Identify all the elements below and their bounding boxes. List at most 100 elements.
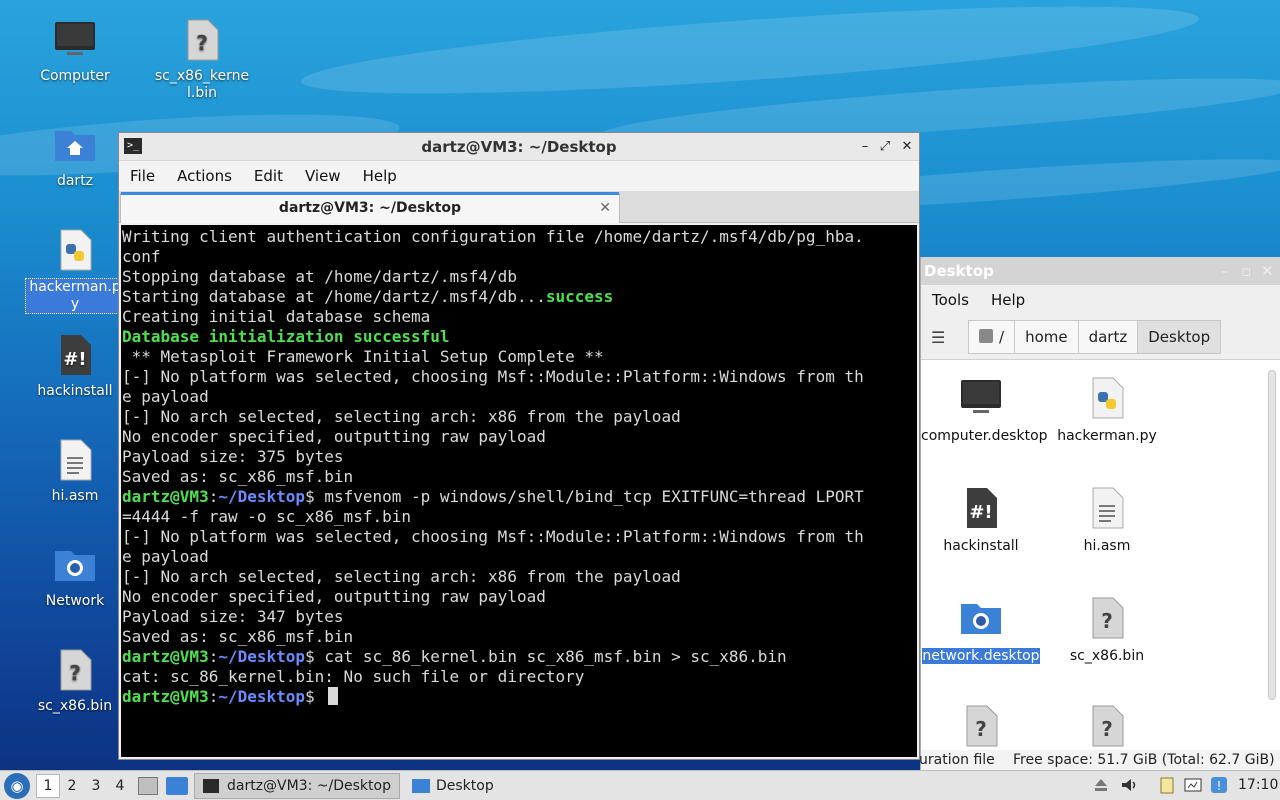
- terminal-output[interactable]: Writing client authentication configurat…: [121, 225, 917, 757]
- app-menu-icon[interactable]: ◉: [4, 772, 30, 799]
- file-manager-window[interactable]: Desktop – ▫ ✕ Tools Help ☰ / home dartz …: [919, 257, 1280, 770]
- desktop-icon-hackinstall[interactable]: #! hackinstall: [25, 331, 125, 400]
- file-item-hackinstall[interactable]: #! hackinstall: [921, 484, 1041, 555]
- terminal-tab[interactable]: dartz@VM3: ~/Desktop ✕: [120, 192, 620, 223]
- update-notifier-icon[interactable]: !: [1208, 774, 1230, 796]
- terminal-line: [-] No platform was selected, choosing M…: [122, 527, 864, 546]
- path-desktop[interactable]: Desktop: [1137, 320, 1222, 354]
- terminal-titlebar[interactable]: >_ dartz@VM3: ~/Desktop – ⤢ ✕: [119, 133, 919, 161]
- status-bar: uration file Free space: 51.7 GiB (Total…: [919, 750, 1280, 770]
- text-file-icon: [60, 439, 92, 481]
- terminal-line: cat: sc_86_kernel.bin: No such file or d…: [122, 667, 585, 686]
- status-free-space: Free space: 51.7 GiB (Total: 62.7 GiB): [1013, 752, 1275, 768]
- tab-label: dartz@VM3: ~/Desktop: [278, 200, 462, 216]
- workspace-1[interactable]: 1: [36, 773, 60, 798]
- workspace-4[interactable]: 4: [108, 775, 132, 797]
- desktop-icon-sc-x86[interactable]: ? sc_x86.bin: [25, 646, 125, 715]
- unknown-file-icon: ?: [966, 705, 998, 747]
- svg-text:?: ?: [1101, 717, 1113, 741]
- unknown-file-icon: ?: [1092, 597, 1124, 639]
- terminal-line: No encoder specified, outputting raw pay…: [122, 427, 546, 446]
- terminal-line: ** Metasploit Framework Initial Setup Co…: [122, 347, 604, 366]
- terminal-line: Database initialization successful: [122, 327, 450, 346]
- file-item-network-desktop[interactable]: network.desktop: [921, 594, 1041, 665]
- desktop-icon-network[interactable]: Network: [25, 541, 125, 610]
- desktop-icon-dartz[interactable]: dartz: [25, 121, 125, 190]
- desktop-icon-computer[interactable]: Computer: [25, 16, 125, 85]
- clock[interactable]: 17:10: [1238, 777, 1278, 793]
- terminal-line: dartz@VM3:~/Desktop$ cat sc_86_kernel.bi…: [122, 647, 787, 666]
- network-status-icon[interactable]: [1182, 774, 1204, 796]
- desktop-icon-sc-x86-kernel[interactable]: ? sc_x86_kernel.bin: [152, 16, 252, 102]
- terminal-line: [-] No arch selected, selecting arch: x8…: [122, 567, 681, 586]
- desktop-icon-hackerman[interactable]: hackerman.py: [25, 226, 125, 314]
- file-item-hi-asm[interactable]: hi.asm: [1047, 484, 1167, 555]
- menu-help[interactable]: Help: [980, 291, 1036, 309]
- file-manager-launcher-icon[interactable]: [166, 776, 188, 795]
- taskbar: ◉ 1 2 3 4 dartz@VM3: ~/Desktop Desktop !…: [0, 770, 1280, 800]
- terminal-window[interactable]: >_ dartz@VM3: ~/Desktop – ⤢ ✕ File Actio…: [118, 132, 920, 760]
- svg-text:#!: #!: [63, 349, 86, 370]
- clipboard-icon[interactable]: [1156, 774, 1178, 796]
- file-grid: computer.desktop hackerman.py #! hackins…: [921, 360, 1267, 750]
- menu-edit[interactable]: Edit: [243, 167, 294, 185]
- menu-actions[interactable]: Actions: [166, 167, 243, 185]
- terminal-line: Saved as: sc_x86_msf.bin: [122, 467, 354, 486]
- home-folder-icon: [55, 131, 95, 161]
- path-home[interactable]: home: [1014, 320, 1079, 354]
- maximize-button[interactable]: ⤢: [877, 139, 893, 155]
- file-item[interactable]: ?: [921, 702, 1041, 750]
- terminal-line: No encoder specified, outputting raw pay…: [122, 587, 546, 606]
- desktop-icon-label: sc_x86_kernel.bin: [154, 68, 250, 101]
- terminal-line: Creating initial database schema: [122, 307, 431, 326]
- task-label: Desktop: [435, 777, 494, 794]
- file-item-label: hackerman.py: [1057, 428, 1157, 444]
- close-button[interactable]: ✕: [899, 139, 915, 155]
- terminal-icon: [203, 778, 219, 793]
- file-manager-titlebar[interactable]: Desktop – ▫ ✕: [921, 257, 1280, 285]
- close-tab-icon[interactable]: ✕: [599, 194, 611, 222]
- close-button[interactable]: ✕: [1261, 257, 1274, 285]
- file-item-computer-desktop[interactable]: computer.desktop: [921, 374, 1048, 445]
- file-item-label: hi.asm: [1083, 538, 1131, 554]
- computer-icon: [961, 380, 1001, 413]
- menu-help[interactable]: Help: [352, 167, 408, 185]
- list-view-icon[interactable]: ☰: [931, 328, 961, 347]
- show-desktop-icon[interactable]: [138, 776, 158, 795]
- drive-icon: [979, 329, 993, 343]
- task-file-manager[interactable]: Desktop: [404, 773, 502, 799]
- workspace-2[interactable]: 2: [60, 775, 84, 797]
- file-item-hackerman[interactable]: hackerman.py: [1047, 374, 1167, 445]
- path-dartz[interactable]: dartz: [1077, 320, 1139, 354]
- volume-icon[interactable]: [1118, 774, 1140, 796]
- file-item-label: sc_x86.bin: [1069, 648, 1145, 664]
- tab-bar: dartz@VM3: ~/Desktop ✕: [119, 191, 919, 223]
- menu-view[interactable]: View: [294, 167, 352, 185]
- terminal-line: e payload: [122, 547, 209, 566]
- vertical-scrollbar[interactable]: [1268, 370, 1276, 700]
- terminal-line: Payload size: 347 bytes: [122, 607, 344, 626]
- text-file-icon: [1092, 487, 1124, 529]
- desktop-icon-label: hackerman.py: [25, 278, 125, 314]
- task-terminal[interactable]: dartz@VM3: ~/Desktop: [194, 772, 400, 799]
- desktop-icon-label: hackinstall: [37, 383, 113, 399]
- file-item-label: network.desktop: [922, 648, 1040, 664]
- eject-icon[interactable]: [1090, 774, 1112, 796]
- unknown-file-icon: ?: [60, 649, 92, 691]
- path-root[interactable]: /: [968, 320, 1016, 354]
- file-item-sc-x86[interactable]: ? sc_x86.bin: [1047, 594, 1167, 665]
- desktop-icon-label: Network: [45, 593, 105, 609]
- file-item[interactable]: ?: [1047, 702, 1167, 750]
- svg-text:#!: #!: [969, 502, 992, 523]
- desktop-icon-hi-asm[interactable]: hi.asm: [25, 436, 125, 505]
- minimize-button[interactable]: –: [857, 139, 873, 155]
- svg-text:!: !: [1217, 779, 1222, 793]
- minimize-button[interactable]: –: [1221, 257, 1229, 285]
- menu-tools[interactable]: Tools: [921, 291, 980, 309]
- workspace-3[interactable]: 3: [84, 775, 108, 797]
- desktop-icon-label: dartz: [56, 173, 94, 189]
- terminal-line: Stopping database at /home/dartz/.msf4/d…: [122, 267, 517, 286]
- maximize-button[interactable]: ▫: [1241, 257, 1251, 285]
- desktop-icon-label: hi.asm: [51, 488, 99, 504]
- menu-file[interactable]: File: [119, 167, 166, 185]
